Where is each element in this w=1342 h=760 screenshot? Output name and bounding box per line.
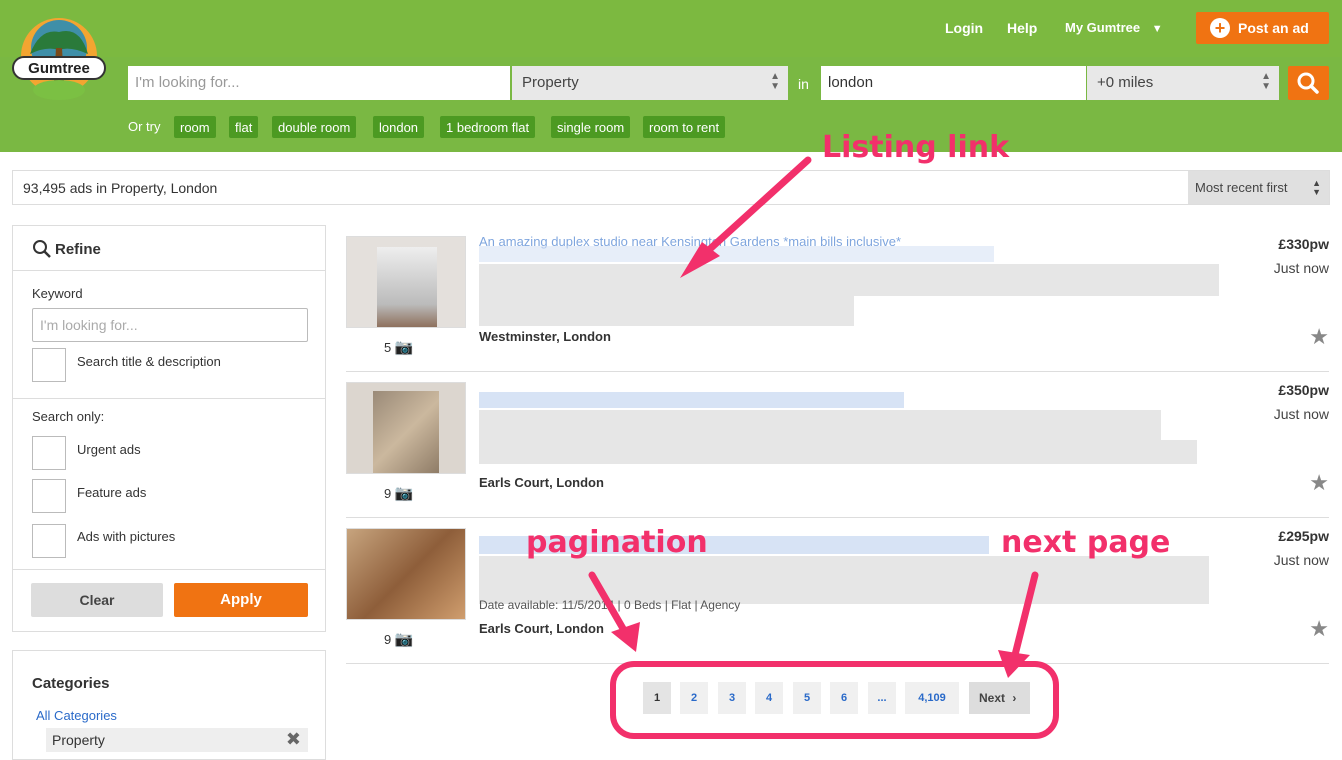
annotation-next-page: next page xyxy=(1001,525,1171,560)
annotation-pagination: pagination xyxy=(526,525,708,560)
annotation-arrows xyxy=(588,156,1039,678)
annotation-listing-link: Listing link xyxy=(822,130,1010,165)
